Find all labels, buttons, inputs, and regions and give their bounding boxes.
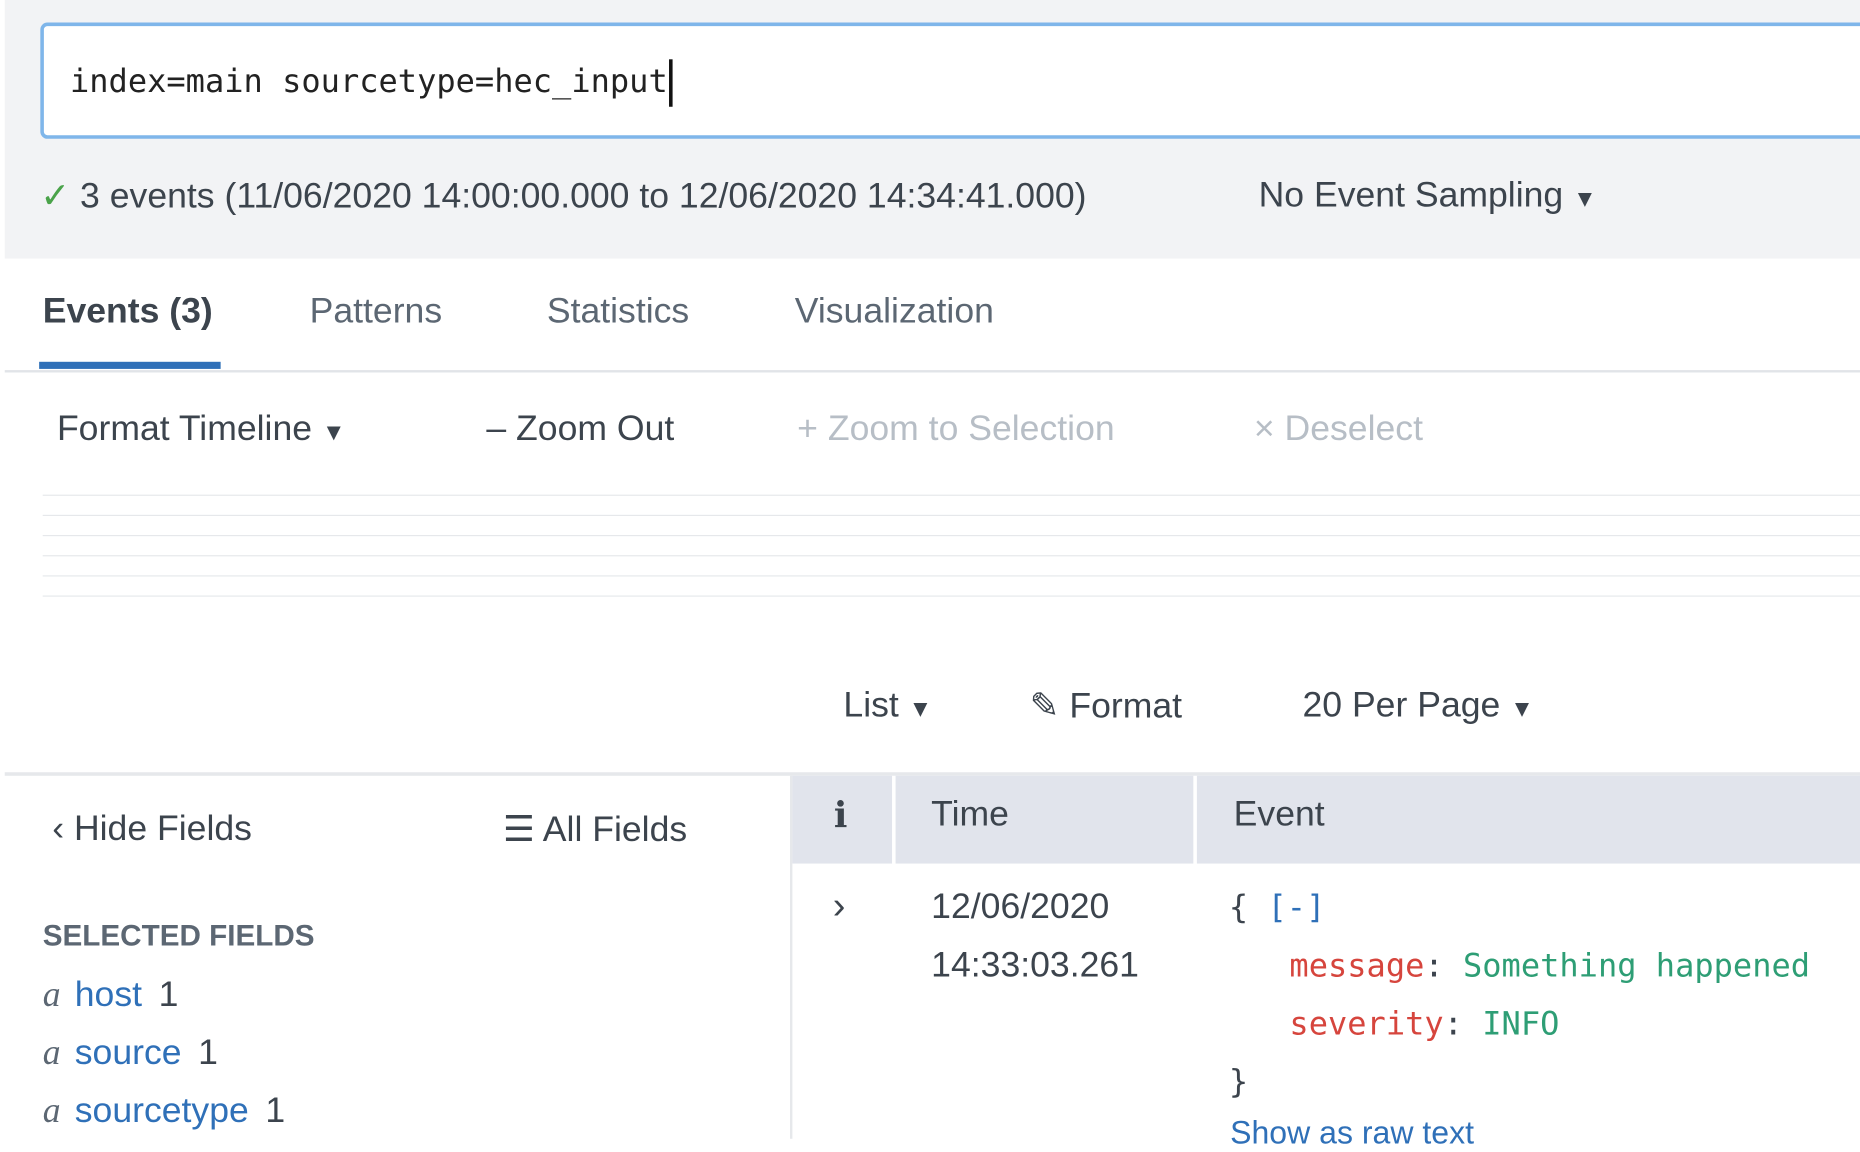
property-value[interactable]: Something happened	[1463, 948, 1810, 985]
close-icon: ×	[1253, 409, 1275, 449]
divider	[4, 370, 1860, 373]
pencil-icon: ✎	[1029, 686, 1060, 726]
event-property: severity: INFO	[1289, 1005, 1560, 1043]
all-fields-button[interactable]: ☰ All Fields	[503, 809, 687, 851]
string-type-icon: a	[42, 975, 61, 1015]
time-column-header[interactable]: Time	[931, 795, 1009, 835]
collapse-json-toggle[interactable]: [-]	[1268, 890, 1326, 927]
property-key[interactable]: severity	[1289, 1006, 1443, 1043]
brace-close: }	[1228, 1064, 1249, 1101]
list-view-dropdown[interactable]: List ▼	[843, 686, 932, 726]
deselect-button[interactable]: × Deselect	[1254, 409, 1423, 449]
per-page-label: 20 Per Page	[1302, 685, 1501, 725]
timeline-gridline	[42, 494, 1860, 496]
property-key[interactable]: message	[1289, 948, 1424, 985]
zoom-out-label: Zoom Out	[516, 409, 675, 449]
format-label: Format	[1069, 686, 1183, 726]
column-divider	[892, 775, 896, 1139]
caret-down-icon: ▼	[908, 696, 933, 723]
zoom-selection-label: Zoom to Selection	[827, 409, 1115, 449]
field-item[interactable]: a host 1	[43, 975, 179, 1015]
expand-row-chevron-icon[interactable]: ›	[833, 884, 846, 928]
info-column-header: i	[833, 794, 848, 837]
active-tab-indicator	[39, 361, 221, 369]
deselect-label: Deselect	[1284, 409, 1423, 449]
tab-events[interactable]: Events (3)	[43, 292, 213, 332]
chevron-left-icon: ‹	[52, 809, 65, 849]
event-sampling-dropdown[interactable]: No Event Sampling ▼	[1259, 176, 1597, 216]
check-icon: ✓	[40, 176, 71, 216]
field-count: 1	[265, 1091, 286, 1131]
caret-down-icon: ▼	[321, 419, 346, 447]
search-query[interactable]: index=main sourcetype=hec_input	[70, 63, 668, 100]
column-divider	[1193, 775, 1197, 1139]
property-value[interactable]: INFO	[1482, 1006, 1559, 1043]
field-count: 1	[158, 975, 179, 1015]
plus-icon: +	[797, 409, 818, 449]
sampling-label: No Event Sampling	[1258, 175, 1564, 215]
string-type-icon: a	[42, 1033, 61, 1073]
search-input[interactable]: index=main sourcetype=hec_input	[40, 22, 1860, 139]
caret-down-icon: ▼	[1510, 696, 1534, 723]
job-status: ✓ 3 events (11/06/2020 14:00:00.000 to 1…	[40, 176, 1086, 218]
selected-fields-heading: SELECTED FIELDS	[42, 919, 315, 953]
caret-down-icon: ▼	[1573, 186, 1597, 213]
field-name[interactable]: sourcetype	[75, 1091, 249, 1130]
tab-visualization[interactable]: Visualization	[795, 292, 994, 332]
string-type-icon: a	[42, 1091, 61, 1131]
event-property: message: Something happened	[1289, 947, 1811, 985]
text-caret	[668, 59, 673, 107]
field-item[interactable]: a sourcetype 1	[43, 1091, 286, 1131]
tab-statistics[interactable]: Statistics	[547, 292, 689, 332]
event-summary: 3 events (11/06/2020 14:00:00.000 to 12/…	[80, 176, 1087, 216]
zoom-out-button[interactable]: – Zoom Out	[486, 409, 674, 449]
zoom-to-selection-button[interactable]: + Zoom to Selection	[797, 409, 1115, 449]
list-icon: ☰	[502, 810, 535, 850]
event-time: 14:33:03.261	[931, 945, 1139, 985]
event-date: 12/06/2020	[931, 887, 1110, 927]
brace-open: {	[1228, 889, 1249, 927]
timeline-gridline	[42, 555, 1860, 557]
format-button[interactable]: ✎ Format	[1030, 686, 1182, 728]
format-timeline-button[interactable]: Format Timeline ▼	[57, 409, 345, 449]
field-count: 1	[198, 1033, 218, 1073]
timeline-gridline	[42, 575, 1860, 577]
field-name[interactable]: source	[75, 1033, 182, 1072]
timeline-gridline	[42, 534, 1860, 537]
timeline-gridline	[42, 514, 1860, 517]
all-fields-label: All Fields	[542, 810, 688, 850]
timeline-gridline	[42, 595, 1860, 597]
field-name[interactable]: host	[75, 975, 142, 1014]
field-item[interactable]: a source 1	[43, 1033, 218, 1073]
hide-fields-button[interactable]: ‹ Hide Fields	[52, 809, 252, 849]
event-column-header: Event	[1233, 794, 1325, 834]
show-raw-text-link[interactable]: Show as raw text	[1230, 1115, 1474, 1152]
minus-icon: –	[486, 409, 507, 449]
format-timeline-label: Format Timeline	[56, 409, 313, 449]
event-json-open: { [-]	[1229, 890, 1325, 927]
hide-fields-label: Hide Fields	[73, 809, 252, 849]
per-page-dropdown[interactable]: 20 Per Page ▼	[1302, 686, 1533, 726]
list-label: List	[843, 685, 899, 725]
tab-patterns[interactable]: Patterns	[310, 292, 443, 332]
